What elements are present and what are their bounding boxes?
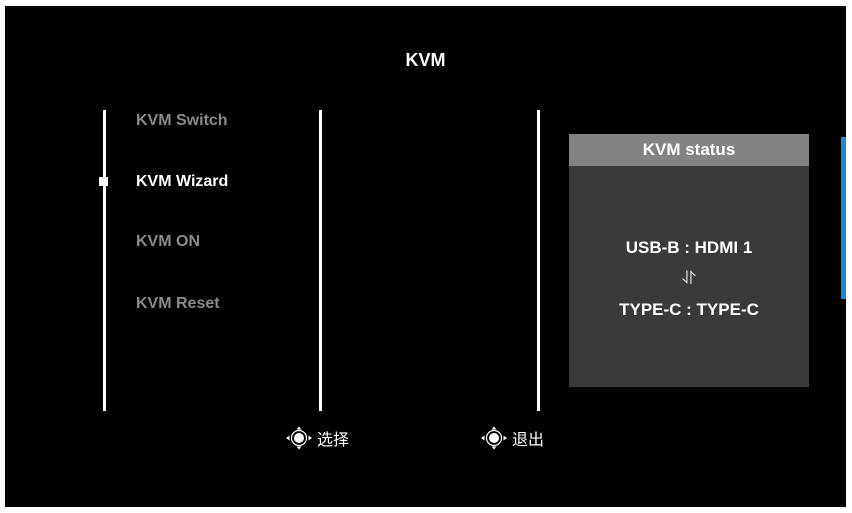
exit-hint: 退出: [480, 426, 544, 450]
left-divider: [103, 110, 106, 411]
scroll-indicator: [841, 137, 846, 299]
status-usb-b: USB-B : HDMI 1: [625, 238, 753, 257]
menu-title: KVM: [405, 50, 446, 70]
middle-divider: [319, 110, 322, 411]
status-header: KVM status: [569, 134, 809, 166]
right-divider: [537, 110, 540, 411]
select-hint-label: 选择: [317, 430, 350, 449]
selection-marker: [99, 177, 108, 186]
menu-item-kvm-on[interactable]: KVM ON: [136, 233, 200, 251]
swap-arrows-icon: ⥯: [682, 268, 696, 289]
menu-item-kvm-reset[interactable]: KVM Reset: [136, 295, 220, 313]
menu-item-kvm-switch[interactable]: KVM Switch: [136, 112, 228, 130]
joystick-left-icon: [480, 426, 512, 450]
exit-hint-label: 退出: [512, 430, 545, 449]
select-hint: 选择: [285, 426, 349, 450]
menu-item-kvm-wizard[interactable]: KVM Wizard: [136, 173, 228, 191]
kvm-osd-menu: KVM KVM Switch KVM Wizard KVM ON KVM Res…: [5, 6, 846, 507]
kvm-status-panel: KVM status USB-B : HDMI 1 ⥯ TYPE-C : TYP…: [569, 134, 809, 387]
status-type-c: TYPE-C : TYPE-C: [619, 300, 759, 319]
joystick-move-icon: [285, 426, 317, 450]
